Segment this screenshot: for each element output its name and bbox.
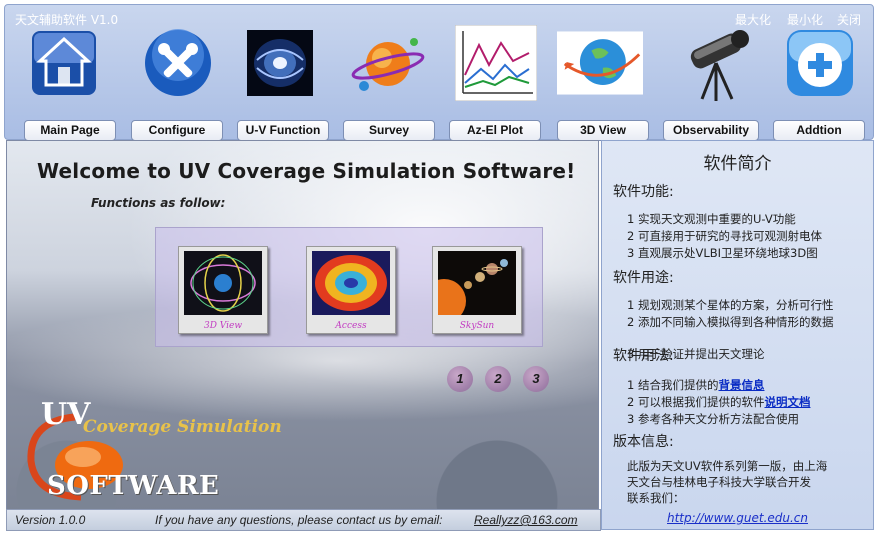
functions-box: 3D View Access SkySun	[155, 227, 543, 347]
addtion-button[interactable]: Addtion	[773, 120, 865, 141]
info-panel: 软件简介 软件功能: 1 实现天文观测中重要的U-V功能 2 可直接用于研究的寻…	[601, 140, 874, 530]
version-text: 此版为天文UV软件系列第一版，由上海	[627, 459, 828, 473]
access-sphere-icon	[312, 251, 390, 315]
usage-item: 2 添加不同输入模拟得到各种情形的数据	[627, 315, 834, 329]
3d-view-button[interactable]: 3D View	[557, 120, 649, 141]
uv-function-button[interactable]: U-V Function	[237, 120, 329, 141]
version-heading: 版本信息:	[613, 434, 674, 450]
app-window: 天文辅助软件 V1.0 最大化 最小化 关闭 Main Page Configu…	[0, 0, 876, 536]
functions-label: Functions as follow:	[91, 196, 226, 210]
method-item: 1 结合我们提供的背景信息	[627, 378, 865, 393]
tools-icon[interactable]	[135, 23, 221, 103]
access-thumb[interactable]: Access	[306, 246, 396, 334]
page-1-button[interactable]: 1	[447, 366, 473, 392]
version-label: Version 1.0.0	[15, 513, 86, 527]
features-item: 1 实现天文观测中重要的U-V功能	[627, 212, 796, 226]
page-3-button[interactable]: 3	[523, 366, 549, 392]
method-item-text: 1 结合我们提供的	[627, 378, 719, 392]
features-heading: 软件功能:	[613, 184, 674, 200]
plot-icon[interactable]	[453, 23, 539, 103]
features-item: 2 可直接用于研究的寻找可观测射电体	[627, 229, 822, 243]
3d-view-thumb[interactable]: 3D View	[178, 246, 268, 334]
thumb-caption: 3D View	[203, 321, 243, 331]
orbit-3d-icon	[184, 251, 262, 315]
method-item: 3 参考各种天文分析方法配合使用	[627, 412, 799, 426]
home-icon[interactable]	[21, 23, 107, 103]
version-text: 天文台与桂林电子科技大学联合开发	[627, 475, 811, 489]
background-info-link[interactable]: 背景信息	[718, 378, 764, 392]
logo-coverage-text: Coverage Simulation	[83, 417, 282, 437]
contact-message: If you have any questions, please contac…	[155, 513, 443, 527]
page-2-button[interactable]: 2	[485, 366, 511, 392]
usage-heading: 软件用途:	[613, 270, 674, 286]
method-item: 2 可以根据我们提供的软件说明文档	[627, 395, 865, 410]
configure-button[interactable]: Configure	[131, 120, 223, 141]
website-link[interactable]: http://www.guet.edu.cn	[602, 511, 873, 525]
skysun-thumb[interactable]: SkySun	[432, 246, 522, 334]
add-icon[interactable]	[777, 23, 863, 103]
observability-button[interactable]: Observability	[663, 120, 759, 141]
az-el-plot-button[interactable]: Az-El Plot	[449, 120, 541, 141]
status-bar: Version 1.0.0 If you have any questions,…	[6, 509, 601, 531]
email-link[interactable]: Reallyzz@163.com	[474, 513, 578, 527]
features-item: 3 直观展示处VLBI卫星环绕地球3D图	[627, 246, 818, 260]
logo-software-text: SOFTWARE	[47, 471, 220, 501]
galaxy-icon[interactable]	[237, 23, 323, 103]
version-text: 联系我们：	[627, 491, 685, 505]
survey-button[interactable]: Survey	[343, 120, 435, 141]
usage-item: 1 规划观测某个星体的方案，分析可行性	[627, 298, 834, 312]
planet-icon[interactable]	[345, 23, 431, 103]
method-item-text: 2 可以根据我们提供的软件	[627, 395, 765, 409]
main-page-button[interactable]: Main Page	[24, 120, 116, 141]
method-heading: 软件用法:	[613, 348, 674, 364]
manual-link[interactable]: 说明文档	[764, 395, 810, 409]
thumb-caption: Access	[335, 321, 367, 331]
welcome-panel: Welcome to UV Coverage Simulation Softwa…	[6, 140, 599, 512]
globe-icon[interactable]	[557, 23, 643, 103]
solar-system-icon	[438, 251, 516, 315]
thumb-caption: SkySun	[459, 321, 495, 331]
welcome-heading: Welcome to UV Coverage Simulation Softwa…	[37, 159, 576, 183]
toolbar: 天文辅助软件 V1.0 最大化 最小化 关闭 Main Page Configu…	[4, 4, 874, 141]
telescope-icon[interactable]	[673, 23, 759, 103]
panel-title: 软件简介	[703, 154, 772, 174]
